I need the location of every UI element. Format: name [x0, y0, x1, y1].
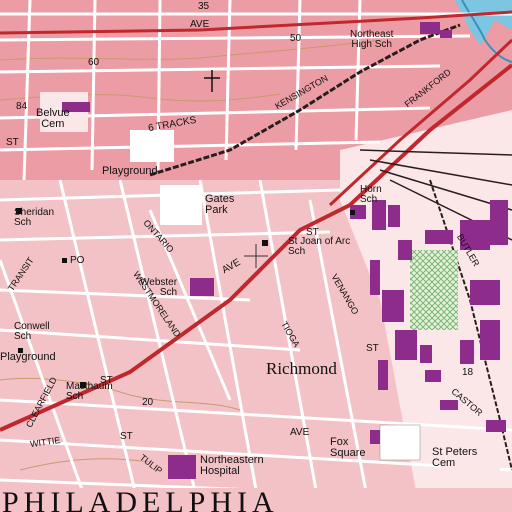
label-line: Cem — [432, 457, 456, 469]
label-line: Hospital — [200, 465, 240, 477]
label-line: Sch — [66, 391, 84, 402]
label-st-joan-of-arc-sch: St Joan of Arc Sch — [288, 237, 350, 257]
building — [420, 22, 440, 34]
label-line: Park — [205, 204, 228, 216]
label-conwell-sch: Conwell Sch — [14, 322, 50, 342]
label-belvue-cem: Belvue Cem — [36, 108, 70, 130]
label-line: Sch — [14, 331, 32, 342]
gates-park — [160, 185, 202, 225]
label-st-c: ST — [100, 375, 113, 386]
building — [425, 370, 441, 382]
building — [378, 360, 388, 390]
label-line: High Sch — [351, 39, 392, 50]
label-elev-18: 18 — [462, 367, 474, 378]
label-line: Sch — [360, 194, 378, 205]
topographic-map[interactable]: Belvue Cem Northeast High Sch Gates Park… — [0, 0, 512, 512]
building — [440, 400, 458, 410]
fox-square — [379, 424, 421, 461]
label-district-richmond: Richmond — [266, 359, 337, 378]
building — [398, 240, 412, 260]
label-line: Cem — [41, 118, 65, 130]
label-gates-park: Gates Park — [205, 194, 234, 216]
label-elev-50: 50 — [290, 33, 302, 44]
building — [370, 430, 380, 444]
building — [370, 260, 380, 295]
label-northeastern-hospital: Northeastern Hospital — [200, 455, 264, 477]
label-city-philadelphia: PHILADELPHIA — [2, 486, 279, 512]
label-fox-square: Fox Square — [330, 437, 365, 459]
label-elev-20: 20 — [142, 397, 154, 408]
label-st-e: ST — [366, 343, 379, 354]
building — [420, 345, 432, 363]
label-sheridan-sch: Sheridan Sch — [14, 208, 54, 228]
building — [190, 278, 214, 296]
building — [382, 290, 404, 322]
label-st-b: ST — [306, 227, 319, 238]
building — [460, 340, 474, 364]
building — [470, 280, 500, 305]
building — [168, 455, 196, 479]
building — [486, 420, 506, 432]
label-northeast-high-sch: Northeast High Sch — [350, 30, 393, 50]
label-elev-60: 60 — [88, 57, 100, 68]
label-st-d: ST — [120, 431, 133, 442]
building — [480, 320, 500, 360]
building — [395, 330, 417, 360]
label-playground-left: Playground — [0, 351, 56, 363]
building — [425, 230, 453, 244]
label-st-a: ST — [6, 137, 19, 148]
label-ave-lower: AVE — [290, 427, 310, 438]
label-ave-top: AVE — [190, 19, 210, 30]
label-elev-84: 84 — [16, 101, 28, 112]
building — [440, 30, 452, 38]
label-line: Square — [330, 447, 366, 459]
building — [388, 205, 400, 227]
label-horn-sch: Horn Sch — [360, 185, 382, 205]
playground-north — [130, 130, 174, 162]
label-line: Sch — [14, 217, 32, 228]
label-st-peters-cem: St Peters Cem — [432, 447, 477, 469]
hatched-park — [410, 250, 458, 330]
label-playground-top: Playground — [102, 165, 158, 177]
building — [490, 200, 508, 245]
label-line: Sch — [288, 246, 306, 257]
label-po: PO — [70, 255, 85, 266]
label-elev-35: 35 — [198, 1, 210, 12]
